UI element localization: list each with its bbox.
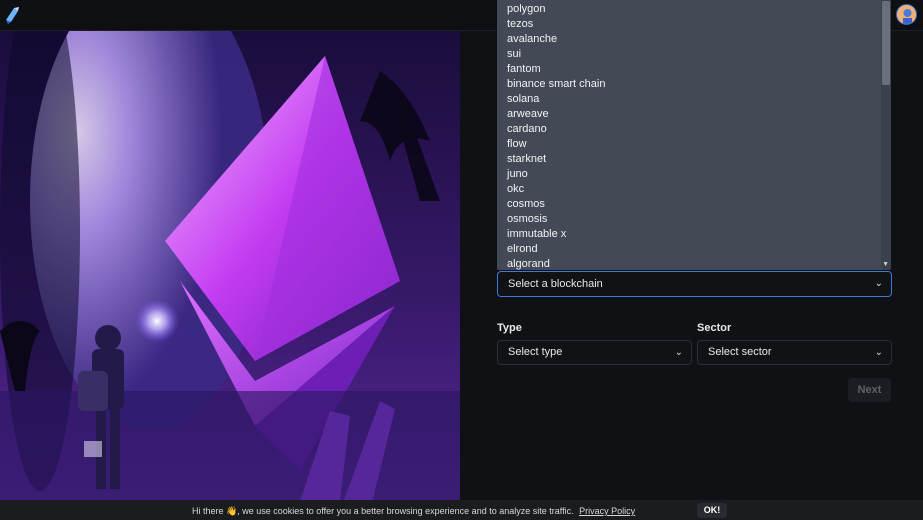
- type-select[interactable]: Select type ⌄: [497, 340, 692, 365]
- scrollbar-thumb[interactable]: [882, 1, 890, 85]
- user-avatar-icon[interactable]: [896, 4, 917, 25]
- next-button[interactable]: Next: [848, 378, 891, 402]
- blockchain-option[interactable]: algorand: [507, 257, 891, 270]
- cookie-ok-button[interactable]: OK!: [697, 503, 727, 518]
- blockchain-option[interactable]: binance smart chain: [507, 77, 891, 92]
- cookie-message: Hi there 👋, we use cookies to offer you …: [192, 506, 574, 516]
- cookie-message-wrap: Hi there 👋, we use cookies to offer you …: [192, 506, 635, 517]
- dropdown-scrollbar[interactable]: ▼: [881, 0, 891, 270]
- blockchain-option[interactable]: juno: [507, 167, 891, 182]
- blockchain-option[interactable]: solana: [507, 92, 891, 107]
- chevron-down-icon: ⌄: [674, 347, 683, 358]
- type-select-value: Select type: [508, 346, 563, 358]
- chevron-down-icon: ⌄: [874, 278, 883, 289]
- blockchain-option[interactable]: tezos: [507, 17, 891, 32]
- scroll-down-arrow-icon[interactable]: ▼: [882, 261, 889, 269]
- sector-label: Sector: [697, 322, 732, 334]
- sector-select[interactable]: Select sector ⌄: [697, 340, 892, 365]
- blockchain-option[interactable]: arweave: [507, 107, 891, 122]
- type-label: Type: [497, 322, 522, 334]
- blockchain-option[interactable]: elrond: [507, 242, 891, 257]
- blockchain-option[interactable]: polygon: [507, 2, 891, 17]
- blockchain-option[interactable]: sui: [507, 47, 891, 62]
- privacy-policy-link[interactable]: Privacy Policy: [579, 506, 635, 516]
- blockchain-option[interactable]: immutable x: [507, 227, 891, 242]
- blockchain-option[interactable]: okc: [507, 182, 891, 197]
- app-logo-icon[interactable]: [3, 5, 21, 25]
- blockchain-select-value: Select a blockchain: [508, 278, 603, 290]
- hero-illustration: [0, 31, 460, 520]
- sector-select-value: Select sector: [708, 346, 772, 358]
- cookie-banner: Hi there 👋, we use cookies to offer you …: [0, 500, 923, 520]
- blockchain-option[interactable]: flow: [507, 137, 891, 152]
- blockchain-option[interactable]: cardano: [507, 122, 891, 137]
- blockchain-option[interactable]: osmosis: [507, 212, 891, 227]
- blockchain-select[interactable]: Select a blockchain ⌄: [497, 271, 892, 297]
- chevron-down-icon: ⌄: [874, 347, 883, 358]
- blockchain-option[interactable]: starknet: [507, 152, 891, 167]
- blockchain-option[interactable]: avalanche: [507, 32, 891, 47]
- blockchain-option[interactable]: cosmos: [507, 197, 891, 212]
- blockchain-options-list[interactable]: polygon tezos avalanche sui fantom binance sm…: [497, 0, 891, 270]
- blockchain-option[interactable]: fantom: [507, 62, 891, 77]
